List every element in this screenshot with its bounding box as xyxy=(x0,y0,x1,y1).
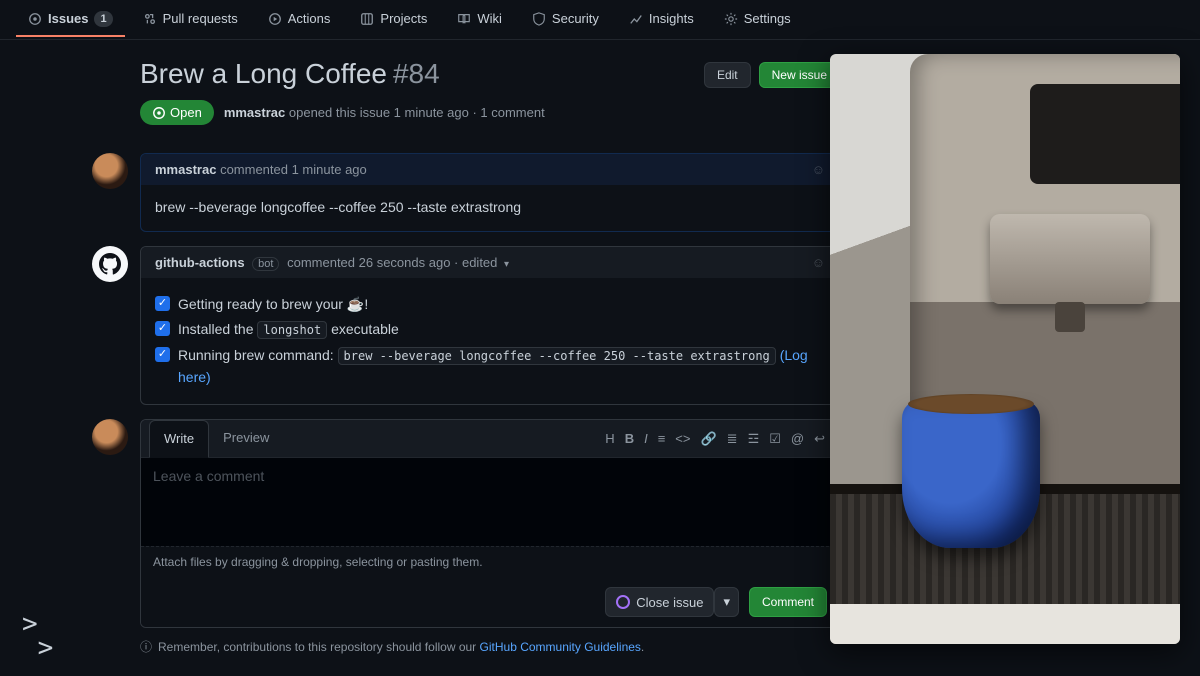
attach-hint[interactable]: Attach files by dragging & dropping, sel… xyxy=(141,546,839,577)
comment-meta: commented 1 minute ago xyxy=(220,162,367,177)
play-icon xyxy=(268,12,282,26)
comment-thread: mmastrac commented 1 minute ago ☺ brew -… xyxy=(92,153,840,655)
chevron-down-icon[interactable]: ▾ xyxy=(504,259,509,270)
guidelines-note: ⓘ Remember, contributions to this reposi… xyxy=(140,628,840,655)
issue-title-text: Brew a Long Coffee xyxy=(140,58,387,90)
bot-badge: bot xyxy=(252,257,279,271)
new-issue-button[interactable]: New issue xyxy=(759,62,840,88)
checklist-item: ✓ Getting ready to brew your ☕! xyxy=(155,294,825,316)
gear-icon xyxy=(724,12,738,26)
markdown-toolbar: H B I ≡ <> 🔗 ≣ ☲ ☑ @ ↩ xyxy=(605,420,831,457)
terminal-prompt-icon: > > xyxy=(22,613,53,660)
heading-icon[interactable]: H xyxy=(605,431,614,446)
nav-wiki[interactable]: Wiki xyxy=(445,3,514,36)
issue-icon xyxy=(28,12,42,26)
code-icon[interactable]: <> xyxy=(675,431,690,446)
nav-label: Security xyxy=(552,11,599,26)
nav-insights[interactable]: Insights xyxy=(617,3,706,36)
comment-author[interactable]: github-actions xyxy=(155,255,245,270)
link-icon[interactable]: 🔗 xyxy=(700,431,716,447)
ul-icon[interactable]: ≣ xyxy=(727,431,738,447)
reply-icon[interactable]: ↩ xyxy=(814,431,825,447)
checklist-item: ✓ Installed the longshot executable xyxy=(155,319,825,341)
code-inline: brew --beverage longcoffee --coffee 250 … xyxy=(338,347,776,365)
avatar-user[interactable] xyxy=(92,153,128,189)
issue-number: #84 xyxy=(393,58,440,90)
composer-tabs: Write Preview H B I ≡ <> 🔗 ≣ ☲ ☑ xyxy=(141,420,839,458)
task-icon[interactable]: ☑ xyxy=(769,431,781,447)
close-issue-button[interactable]: Close issue xyxy=(605,587,714,617)
code-inline: longshot xyxy=(257,321,327,339)
comment-textarea[interactable]: Leave a comment xyxy=(141,458,839,546)
issue-opener[interactable]: mmastrac xyxy=(224,105,285,120)
comment-header: mmastrac commented 1 minute ago ☺ xyxy=(141,154,839,185)
nav-label: Projects xyxy=(380,11,427,26)
mention-icon[interactable]: @ xyxy=(791,431,804,446)
bold-icon[interactable]: B xyxy=(625,431,634,446)
project-icon xyxy=(360,12,374,26)
comment-composer: Write Preview H B I ≡ <> 🔗 ≣ ☲ ☑ xyxy=(140,419,840,628)
nav-label: Actions xyxy=(288,11,331,26)
comment-box: mmastrac commented 1 minute ago ☺ brew -… xyxy=(140,153,840,232)
nav-label: Wiki xyxy=(477,11,502,26)
checkbox-checked-icon[interactable]: ✓ xyxy=(155,321,170,336)
info-icon: ⓘ xyxy=(140,638,152,655)
composer-actions: Close issue ▾ Comment xyxy=(141,577,839,627)
avatar-bot[interactable] xyxy=(92,246,128,282)
checklist-item: ✓ Running brew command: brew --beverage … xyxy=(155,345,825,388)
book-icon xyxy=(457,12,471,26)
comment: mmastrac commented 1 minute ago ☺ brew -… xyxy=(92,153,840,232)
composer-row: Write Preview H B I ≡ <> 🔗 ≣ ☲ ☑ xyxy=(92,419,840,655)
comment-box: github-actions bot commented 26 seconds … xyxy=(140,246,840,406)
github-icon xyxy=(99,253,121,275)
issue-meta: mmastrac opened this issue 1 minute ago … xyxy=(224,105,545,120)
coffee-mug xyxy=(902,400,1040,548)
issue-closed-icon xyxy=(616,595,630,609)
status-badge-open: Open xyxy=(140,100,214,125)
issue-open-icon xyxy=(152,106,166,120)
repo-nav: Issues 1 Pull requests Actions Projects … xyxy=(0,0,1200,40)
reaction-icon[interactable]: ☺ xyxy=(812,162,825,177)
edit-button[interactable]: Edit xyxy=(704,62,751,88)
nav-pull-requests[interactable]: Pull requests xyxy=(131,3,250,36)
nav-label: Pull requests xyxy=(163,11,238,26)
list-icon[interactable]: ≡ xyxy=(658,431,666,446)
close-issue-dropdown[interactable]: ▾ xyxy=(714,587,739,617)
issues-count: 1 xyxy=(94,11,112,27)
issue-title: Brew a Long Coffee #84 xyxy=(140,58,440,90)
coffee-machine-overlay xyxy=(830,54,1180,644)
issue-status-row: Open mmastrac opened this issue 1 minute… xyxy=(140,100,840,125)
guidelines-link[interactable]: GitHub Community Guidelines xyxy=(480,640,641,654)
ol-icon[interactable]: ☲ xyxy=(748,431,760,447)
nav-security[interactable]: Security xyxy=(520,3,611,36)
nav-projects[interactable]: Projects xyxy=(348,3,439,36)
tab-preview[interactable]: Preview xyxy=(209,420,283,457)
tab-write[interactable]: Write xyxy=(149,420,209,458)
nav-actions[interactable]: Actions xyxy=(256,3,343,36)
comment-body: ✓ Getting ready to brew your ☕! ✓ Instal… xyxy=(141,278,839,405)
checkbox-checked-icon[interactable]: ✓ xyxy=(155,347,170,362)
checkbox-checked-icon[interactable]: ✓ xyxy=(155,296,170,311)
nav-issues[interactable]: Issues 1 xyxy=(16,3,125,37)
nav-label: Insights xyxy=(649,11,694,26)
comment-body: brew --beverage longcoffee --coffee 250 … xyxy=(141,185,839,231)
status-label: Open xyxy=(170,105,202,120)
comment-meta: commented 26 seconds ago · edited xyxy=(287,255,497,270)
graph-icon xyxy=(629,12,643,26)
nav-label: Settings xyxy=(744,11,791,26)
comment: github-actions bot commented 26 seconds … xyxy=(92,246,840,406)
avatar-user[interactable] xyxy=(92,419,128,455)
issue-open-text: opened this issue 1 minute ago · 1 comme… xyxy=(289,105,545,120)
italic-icon[interactable]: I xyxy=(644,431,648,446)
comment-author[interactable]: mmastrac xyxy=(155,162,216,177)
nav-label: Issues xyxy=(48,11,88,26)
comment-header: github-actions bot commented 26 seconds … xyxy=(141,247,839,278)
nav-settings[interactable]: Settings xyxy=(712,3,803,36)
comment-button[interactable]: Comment xyxy=(749,587,827,617)
shield-icon xyxy=(532,12,546,26)
reaction-icon[interactable]: ☺ xyxy=(812,255,825,270)
issue-content: Brew a Long Coffee #84 Edit New issue Op… xyxy=(0,40,840,655)
pr-icon xyxy=(143,12,157,26)
